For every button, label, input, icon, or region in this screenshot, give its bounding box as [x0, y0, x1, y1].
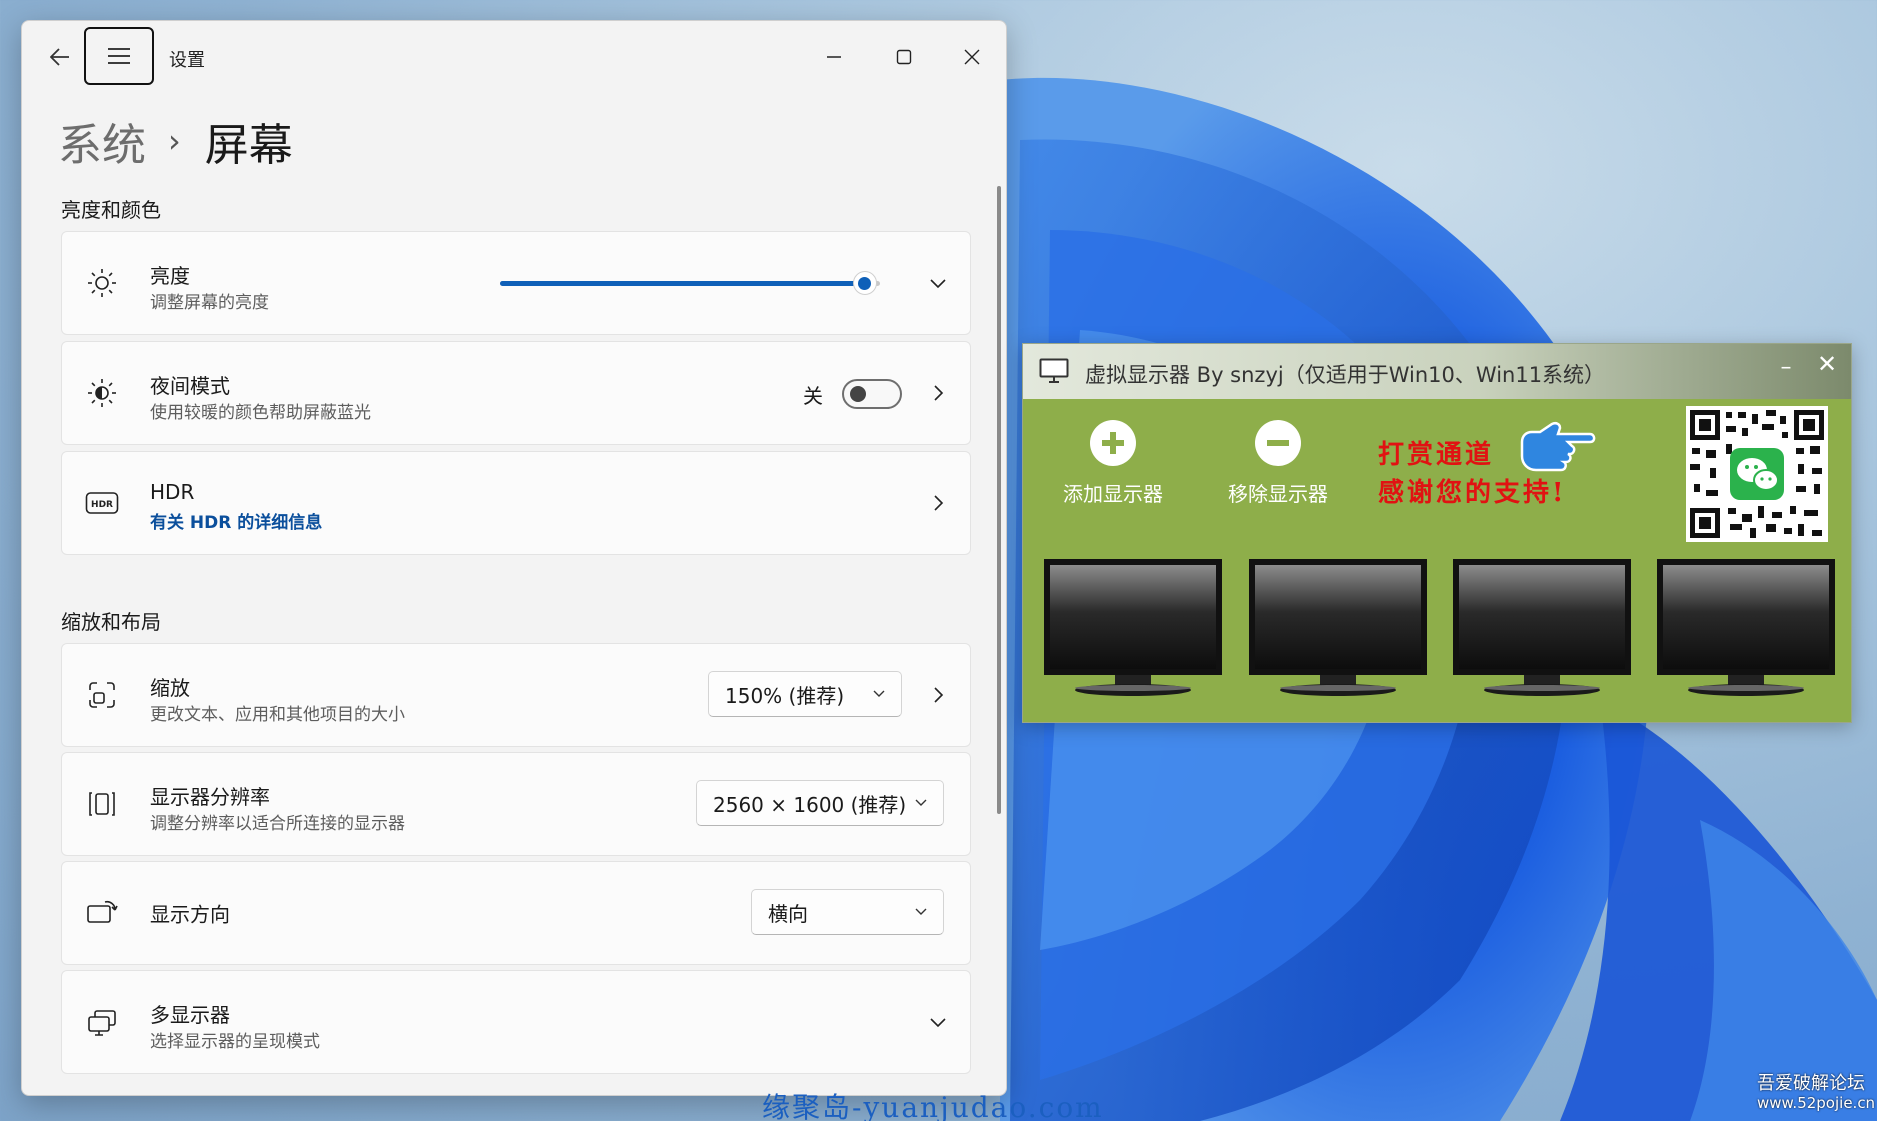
night-mode-toggle[interactable]: [842, 379, 902, 409]
hamburger-icon: [108, 48, 130, 64]
orientation-card[interactable]: 显示方向 横向: [61, 861, 971, 965]
minimize-button[interactable]: [804, 39, 864, 75]
orientation-value: 横向: [768, 901, 808, 926]
scale-card[interactable]: 缩放 更改文本、应用和其他项目的大小 150% (推荐): [61, 643, 971, 747]
forum-watermark-name: 吾爱破解论坛: [1757, 1073, 1865, 1094]
multi-display-card[interactable]: 多显示器 选择显示器的呈现模式: [61, 970, 971, 1074]
brightness-slider[interactable]: [500, 271, 880, 295]
scrollbar[interactable]: [997, 186, 1001, 814]
chevron-down-icon: [915, 799, 927, 806]
vd-close-button[interactable]: ✕: [1809, 348, 1845, 380]
remove-display-button[interactable]: 移除显示器: [1208, 420, 1348, 510]
virtual-display-titlebar: 虚拟显示器 By snzyj（仅适用于Win10、Win11系统） – ✕: [1023, 344, 1851, 399]
site-watermark: 缘聚岛-yuanjudao.com: [762, 1091, 1104, 1121]
section-title-layout: 缩放和布局: [61, 610, 161, 634]
brightness-label: 亮度: [150, 264, 190, 288]
page-title: 屏幕: [204, 120, 293, 171]
scale-label: 缩放: [150, 676, 190, 700]
scale-dropdown[interactable]: 150% (推荐): [708, 671, 902, 717]
monitor-image-4: [1657, 559, 1835, 696]
chevron-right-icon[interactable]: [926, 491, 950, 515]
multi-display-description: 选择显示器的呈现模式: [150, 1032, 320, 1052]
night-mode-label: 夜间模式: [150, 374, 230, 398]
night-mode-state: 关: [803, 384, 823, 408]
monitor-image-2: [1249, 559, 1427, 696]
minimize-icon: [827, 56, 841, 58]
chevron-down-icon: [873, 690, 885, 697]
multi-display-icon: [84, 1004, 120, 1040]
app-title: 设置: [169, 50, 205, 71]
night-mode-card[interactable]: 夜间模式 使用较暖的颜色帮助屏蔽蓝光 关: [61, 341, 971, 445]
chevron-right-icon[interactable]: [926, 683, 950, 707]
orientation-dropdown[interactable]: 横向: [751, 889, 944, 935]
virtual-display-title: 虚拟显示器 By snzyj（仅适用于Win10、Win11系统）: [1085, 363, 1606, 387]
orientation-label: 显示方向: [150, 902, 230, 927]
chevron-down-icon[interactable]: [926, 271, 950, 295]
chevron-right-icon[interactable]: [926, 381, 950, 405]
night-mode-description: 使用较暖的颜色帮助屏蔽蓝光: [150, 403, 371, 423]
breadcrumb-separator: ›: [168, 122, 181, 160]
scale-value: 150% (推荐): [725, 683, 845, 708]
monitor-image-3: [1453, 559, 1631, 696]
plus-icon: [1090, 420, 1136, 466]
settings-titlebar: 设置: [22, 21, 1006, 91]
resolution-card[interactable]: 显示器分辨率 调整分辨率以适合所连接的显示器 2560 × 1600 (推荐): [61, 752, 971, 856]
night-light-icon: [84, 375, 120, 411]
svg-text:HDR: HDR: [91, 500, 113, 510]
hdr-info-link[interactable]: 有关 HDR 的详细信息: [150, 508, 322, 533]
back-arrow-icon: [49, 43, 70, 73]
maximize-button[interactable]: [874, 39, 934, 75]
wechat-qr-code: [1686, 406, 1828, 542]
reward-line-2: 感谢您的支持!: [1378, 478, 1567, 508]
brightness-description: 调整屏幕的亮度: [150, 293, 269, 313]
chevron-down-icon[interactable]: [926, 1010, 950, 1034]
close-button[interactable]: [942, 39, 1002, 75]
monitor-image-1: [1044, 559, 1222, 696]
scale-icon: [84, 677, 120, 713]
navigation-menu-button[interactable]: [84, 27, 154, 85]
add-display-label: 添加显示器: [1063, 482, 1163, 506]
resolution-label: 显示器分辨率: [150, 785, 270, 809]
monitor-app-icon: [1039, 358, 1069, 383]
hdr-card[interactable]: HDR HDR 有关 HDR 的详细信息: [61, 451, 971, 555]
close-icon: [964, 49, 980, 65]
pointing-hand-icon: [1520, 421, 1596, 472]
maximize-icon: [896, 49, 912, 65]
settings-window: 设置 系统 › 屏幕 亮度和颜色 亮度 调整屏幕的亮度 夜间模式 使用较暖的颜色…: [21, 20, 1007, 1096]
hdr-label: HDR: [150, 480, 195, 504]
minus-icon: [1255, 420, 1301, 466]
remove-display-label: 移除显示器: [1228, 482, 1328, 506]
add-display-button[interactable]: 添加显示器: [1043, 420, 1183, 510]
vd-minimize-button[interactable]: –: [1768, 352, 1804, 382]
hdr-icon: HDR: [84, 485, 120, 521]
chevron-down-icon: [915, 908, 927, 915]
resolution-dropdown[interactable]: 2560 × 1600 (推荐): [696, 780, 944, 826]
scale-description: 更改文本、应用和其他项目的大小: [150, 705, 405, 725]
brightness-slider-thumb[interactable]: [852, 271, 877, 295]
back-button[interactable]: [40, 43, 80, 73]
breadcrumb: 系统 › 屏幕: [58, 109, 293, 173]
resolution-icon: [84, 786, 120, 822]
resolution-value: 2560 × 1600 (推荐): [713, 792, 907, 817]
brightness-card[interactable]: 亮度 调整屏幕的亮度: [61, 231, 971, 335]
forum-watermark-url: www.52pojie.cn: [1757, 1094, 1876, 1112]
multi-display-label: 多显示器: [150, 1003, 230, 1027]
sun-icon: [84, 265, 120, 301]
orientation-icon: [84, 895, 120, 931]
breadcrumb-system[interactable]: 系统: [58, 109, 146, 173]
brightness-slider-fill: [500, 281, 865, 286]
section-title-brightness: 亮度和颜色: [61, 198, 161, 222]
resolution-description: 调整分辨率以适合所连接的显示器: [150, 814, 405, 834]
virtual-display-window: 虚拟显示器 By snzyj（仅适用于Win10、Win11系统） – ✕ 添加…: [1022, 343, 1852, 723]
